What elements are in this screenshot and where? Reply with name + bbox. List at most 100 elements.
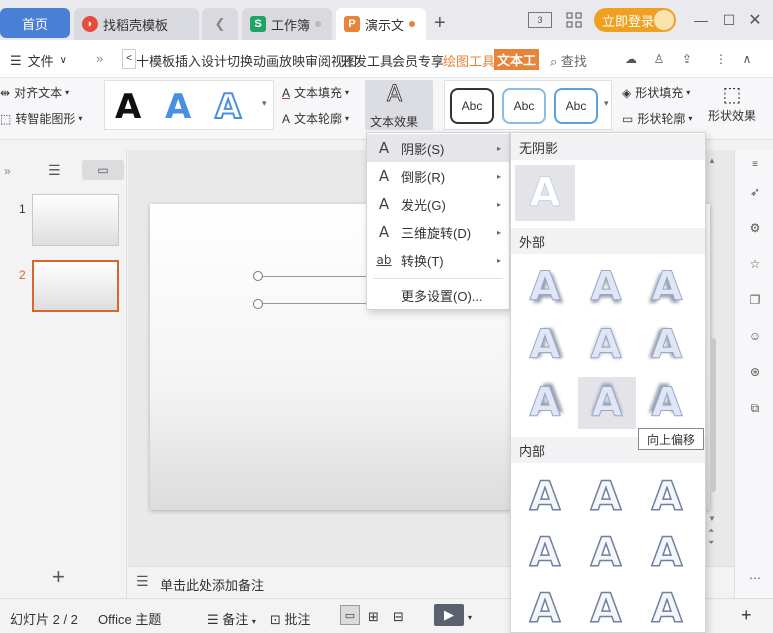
tab-workbook[interactable]: S 工作簿 — [242, 8, 332, 40]
shadow-option-outer-3[interactable]: A — [639, 261, 695, 313]
menu-overflow-icon[interactable]: » — [96, 51, 103, 66]
shadow-option-inner-6[interactable]: A — [639, 527, 695, 579]
shadow-option-inner-9[interactable]: A — [639, 583, 695, 632]
shadow-option-outer-7[interactable]: A — [517, 377, 573, 429]
text-style-outline-a[interactable]: A — [214, 86, 242, 128]
tab-text-tools[interactable]: 文本工 — [494, 49, 540, 70]
tab-scroll-left-button[interactable]: ❮ — [202, 8, 238, 40]
search-button[interactable]: ⌕ 查找 — [550, 51, 587, 70]
slide-thumbnail-1[interactable] — [32, 194, 119, 246]
text-style-black-a[interactable]: A — [115, 87, 141, 127]
new-tab-plus-icon[interactable]: + — [434, 12, 446, 35]
shadow-option-offset-up[interactable]: A — [578, 377, 636, 429]
shadow-option-outer-2[interactable]: A — [578, 261, 634, 313]
more-horizontal-icon[interactable]: ⋯ — [745, 568, 765, 588]
menu-item-3d-rotation[interactable]: A 三维旋转(D) ▸ — [367, 218, 509, 246]
notes-toggle-button[interactable]: ☰ 备注 ▾ — [207, 609, 256, 628]
sidebar-grip-icon[interactable]: ≡ — [745, 154, 765, 174]
submenu-arrow-icon: ▸ — [496, 255, 501, 265]
shadow-option-outer-1[interactable]: A — [517, 261, 573, 313]
shadow-option-inner-3[interactable]: A — [639, 471, 695, 523]
export-icon[interactable]: ⇪ — [678, 50, 696, 68]
shape-outline-button[interactable]: ▭ 形状轮廓 ▾ — [622, 110, 692, 127]
vertical-scrollbar[interactable]: ▲ ▼ ⏶ ⏷ — [706, 150, 720, 550]
comment-button[interactable]: ⊡ 批注 — [270, 609, 311, 628]
shadow-option-inner-4[interactable]: A — [517, 527, 573, 579]
menu-item-glow[interactable]: A 发光(G) ▸ — [367, 190, 509, 218]
tab-developer[interactable]: 开发工具 — [341, 51, 393, 70]
shadow-option-outer-4[interactable]: A — [517, 319, 573, 371]
shadow-option-outer-6[interactable]: A — [639, 319, 695, 371]
slide-sorter-icon[interactable]: ⊞ — [368, 609, 379, 625]
share-user-icon[interactable]: ♙ — [650, 50, 668, 68]
shadow-option-inner-2[interactable]: A — [578, 471, 634, 523]
star-icon[interactable]: ☆ — [745, 254, 765, 274]
rocket-icon[interactable]: ➶ — [745, 182, 765, 202]
reading-view-icon[interactable]: ⊟ — [393, 609, 404, 625]
align-text-button[interactable]: ⇹ 对齐文本 ▾ — [0, 84, 69, 101]
copy-icon[interactable]: ❐ — [745, 290, 765, 310]
menu-item-transform[interactable]: ab 转换(T) ▸ — [367, 246, 509, 274]
tab-member[interactable]: 会员专享 — [392, 51, 444, 70]
shadow-option-inner-5[interactable]: A — [578, 527, 634, 579]
close-icon[interactable]: ✕ — [744, 10, 766, 30]
slide-view-icon[interactable]: ▭ — [82, 160, 124, 180]
text-style-blue-a[interactable]: A — [165, 87, 191, 127]
text-effect-button[interactable]: A 文本效果 — [365, 80, 433, 130]
robot-icon[interactable]: ☺ — [745, 326, 765, 346]
shadow-option-inner-7[interactable]: A — [517, 583, 573, 632]
login-button[interactable]: 立即登录 — [594, 8, 676, 32]
panel-collapse-icon[interactable]: » — [4, 164, 11, 178]
next-slide-icon[interactable]: ⏷ — [708, 538, 714, 548]
shadow-option-none[interactable]: A — [515, 165, 575, 221]
shape-style-blue[interactable]: Abc — [554, 88, 598, 124]
scroll-thumb[interactable] — [710, 338, 716, 492]
menu-item-shadow[interactable]: A 阴影(S) ▸ — [367, 134, 509, 162]
shape-style-dark[interactable]: Abc — [450, 88, 494, 124]
prev-slide-icon[interactable]: ⏶ — [708, 526, 714, 536]
screen-mode-icon[interactable]: 3 — [528, 12, 552, 28]
normal-view-icon[interactable]: ▭ — [340, 605, 360, 625]
settings-sliders-icon[interactable]: ⚙ — [745, 218, 765, 238]
ribbon-tabs[interactable]: 十模板插入设计切换动画放映审阅视图 — [136, 51, 357, 70]
play-slideshow-icon[interactable]: ▶ — [434, 604, 464, 626]
file-menu-button[interactable]: ☰ 文件 ∨ — [10, 51, 67, 70]
gallery-more-icon[interactable]: ▾ — [262, 98, 267, 109]
tab-drawing-tools[interactable]: 绘图工具 — [443, 51, 495, 70]
text-fill-button[interactable]: A 文本填充 ▾ — [282, 84, 349, 101]
compass-icon[interactable]: ⊛ — [745, 362, 765, 382]
theme-name[interactable]: Office 主题 — [98, 609, 161, 628]
resize-handle[interactable] — [253, 271, 263, 281]
shape-effect-button[interactable]: ⬚ 形状效果 — [708, 82, 756, 124]
tab-home[interactable]: 首页 — [0, 8, 70, 38]
outline-view-icon[interactable]: ☰ — [48, 162, 61, 179]
shadow-option-outer-5[interactable]: A — [578, 319, 634, 371]
zoom-in-plus-icon[interactable]: + — [741, 605, 752, 626]
text-outline-button[interactable]: A 文本轮廓 ▾ — [282, 110, 349, 127]
menu-scroll-left-icon[interactable]: < — [122, 49, 136, 69]
cloud-sync-icon[interactable]: ☁ — [622, 50, 640, 68]
tab-docer-templates[interactable]: ◗ 找稻壳模板 — [74, 8, 199, 40]
shape-style-light-blue[interactable]: Abc — [502, 88, 546, 124]
shadow-option-inner-1[interactable]: A — [517, 471, 573, 523]
scroll-up-icon[interactable]: ▲ — [708, 156, 716, 165]
add-slide-plus-icon[interactable]: + — [52, 564, 65, 590]
book-search-icon[interactable]: ⧉ — [745, 398, 765, 418]
minimize-icon[interactable]: — — [690, 10, 712, 30]
menu-item-reflection[interactable]: A 倒影(R) ▸ — [367, 162, 509, 190]
shape-fill-button[interactable]: ◈ 形状填充 ▾ — [622, 84, 690, 101]
shape-gallery-more-icon[interactable]: ▾ — [604, 98, 609, 109]
smart-shape-button[interactable]: ⬚ 转智能图形 ▾ — [0, 110, 82, 127]
play-dropdown-icon[interactable]: ▾ — [468, 613, 472, 622]
tab-presentation[interactable]: P 演示文 — [336, 8, 426, 40]
shadow-option-inner-8[interactable]: A — [578, 583, 634, 632]
scroll-down-icon[interactable]: ▼ — [708, 514, 716, 523]
maximize-icon[interactable]: ☐ — [718, 10, 740, 30]
resize-handle[interactable] — [253, 299, 263, 309]
collapse-ribbon-icon[interactable]: ∧ — [738, 50, 756, 68]
more-options-icon[interactable]: ⋮ — [712, 50, 730, 68]
menu-item-more-settings[interactable]: 更多设置(O)... — [367, 281, 509, 309]
shadow-option-outer-9[interactable]: A — [639, 377, 695, 429]
slide-thumbnail-2[interactable] — [32, 260, 119, 312]
grid-apps-icon[interactable] — [563, 10, 585, 30]
